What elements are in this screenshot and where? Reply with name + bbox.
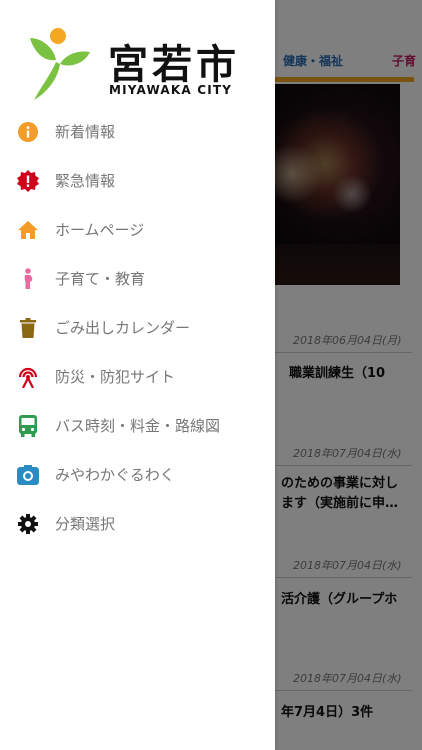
alert-badge-icon [17,169,39,192]
menu-item-label: ホームページ [55,221,145,239]
menu-item-garbage-calendar[interactable]: ごみ出しカレンダー [0,303,275,352]
menu-item-label: 分類選択 [55,515,116,533]
side-drawer: 宮若市 MIYAWAKA CITY 新着情報 緊急情報 ホームページ 子育て・教… [0,0,275,750]
city-emblem-icon [30,28,90,100]
logo-subtitle: MIYAWAKA CITY [109,83,233,97]
menu-item-label: 防災・防犯サイト [55,368,176,386]
menu-item-bus[interactable]: バス時刻・料金・路線図 [0,401,275,450]
info-icon [17,121,39,143]
menu-item-label: みやわかぐるわく [55,466,175,484]
drawer-menu: 新着情報 緊急情報 ホームページ 子育て・教育 ごみ出しカレンダー 防災・防犯サ… [0,107,275,548]
menu-item-miyawaka-guruwaku[interactable]: みやわかぐるわく [0,450,275,499]
menu-item-category-select[interactable]: 分類選択 [0,499,275,548]
menu-item-disaster-prevention[interactable]: 防災・防犯サイト [0,352,275,401]
menu-item-label: 子育て・教育 [55,270,146,288]
home-icon [17,219,39,241]
menu-item-label: 緊急情報 [55,172,116,190]
menu-item-label: バス時刻・料金・路線図 [55,417,221,435]
menu-item-news[interactable]: 新着情報 [0,107,275,156]
bus-icon [17,414,39,437]
city-logo[interactable]: 宮若市 MIYAWAKA CITY [26,26,256,106]
mother-icon [17,267,39,290]
menu-item-emergency[interactable]: 緊急情報 [0,156,275,205]
gear-icon [17,513,39,535]
menu-item-childcare[interactable]: 子育て・教育 [0,254,275,303]
trash-icon [17,317,39,339]
broadcast-icon [17,366,39,388]
camera-icon [17,464,39,486]
menu-item-label: ごみ出しカレンダー [55,319,191,337]
logo-title: 宮若市 [108,41,240,88]
menu-item-homepage[interactable]: ホームページ [0,205,275,254]
menu-item-label: 新着情報 [55,123,116,141]
